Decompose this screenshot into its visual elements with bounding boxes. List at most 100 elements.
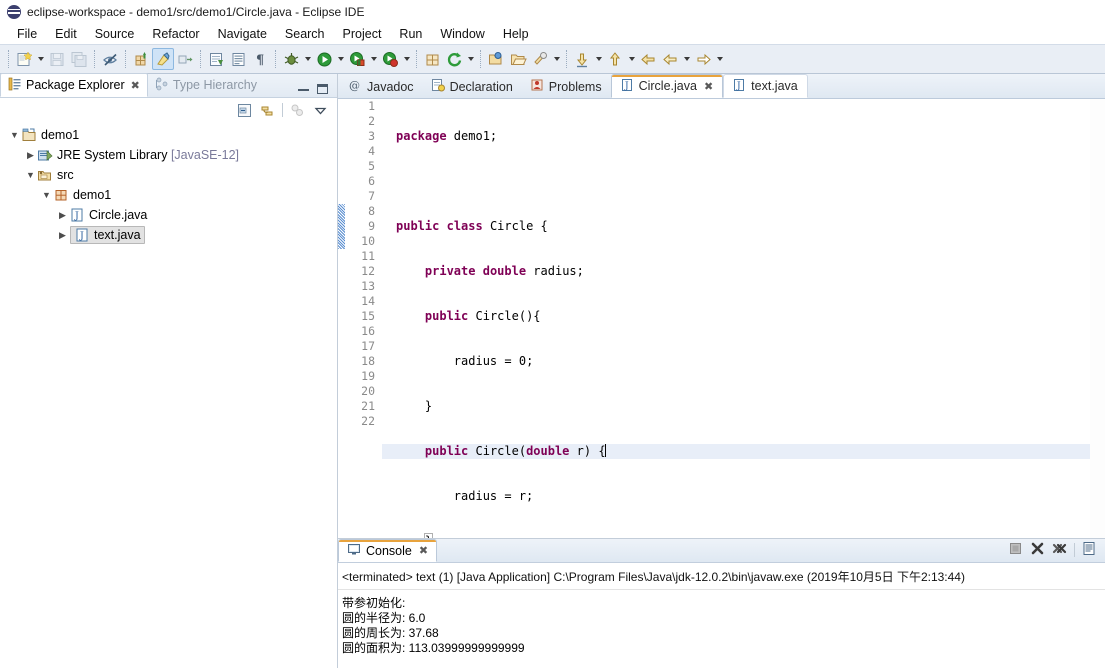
tab-type-hierarchy[interactable]: Type Hierarchy — [148, 73, 264, 97]
tree-item-src[interactable]: ▼ src — [0, 165, 338, 185]
next-annotation-icon[interactable] — [604, 48, 626, 70]
menu-window[interactable]: Window — [431, 25, 493, 43]
focus-on-active-task-icon[interactable] — [289, 102, 306, 119]
profile-dropdown-arrow[interactable] — [401, 48, 412, 70]
tab-text-java[interactable]: J text.java — [723, 74, 808, 98]
chevron-right-icon[interactable]: ▶ — [56, 225, 69, 245]
chevron-right-icon[interactable]: ▶ — [56, 205, 69, 225]
remove-all-terminated-icon[interactable] — [1052, 541, 1067, 559]
save-icon[interactable] — [46, 48, 68, 70]
coverage-icon[interactable] — [346, 48, 368, 70]
tab-javadoc[interactable]: @ Javadoc — [340, 75, 423, 98]
chevron-right-icon[interactable]: ▶ — [24, 145, 37, 165]
open-resource-icon[interactable] — [485, 48, 507, 70]
next-edit-dropdown-arrow[interactable] — [714, 48, 725, 70]
tree-item-package-demo1[interactable]: ▼ demo1 — [0, 185, 338, 205]
back-icon[interactable] — [637, 48, 659, 70]
forward-icon[interactable] — [659, 48, 681, 70]
menu-help[interactable]: Help — [494, 25, 538, 43]
menu-navigate[interactable]: Navigate — [209, 25, 276, 43]
svg-text:@: @ — [349, 79, 360, 92]
tree-label-circle-java: Circle.java — [89, 208, 148, 222]
code-line: public class Circle { — [396, 219, 548, 233]
menu-edit[interactable]: Edit — [46, 25, 86, 43]
tab-package-explorer-label: Package Explorer — [26, 78, 125, 92]
chevron-down-icon[interactable]: ▼ — [40, 185, 53, 205]
tree-item-jre-system-library[interactable]: ▶ JRE System Library [JavaSE-12] — [0, 145, 338, 165]
line-number: 7 — [368, 189, 375, 203]
next-edit-icon[interactable] — [692, 48, 714, 70]
new-package-wizard-icon[interactable] — [421, 48, 443, 70]
export-icon[interactable] — [174, 48, 196, 70]
tab-problems[interactable]: Problems — [522, 75, 611, 98]
editor-tab-bar: @ Javadoc Declaration Problems J Circle.… — [338, 74, 1105, 99]
pilcrow-icon[interactable]: ¶ — [249, 48, 271, 70]
menu-source[interactable]: Source — [86, 25, 144, 43]
run-icon[interactable] — [313, 48, 335, 70]
console-output[interactable]: 带参初始化: 圆的半径为: 6.0 圆的周长为: 37.68 圆的面积为: 11… — [338, 590, 1105, 656]
tab-package-explorer[interactable]: Package Explorer ✖ — [0, 73, 148, 97]
tree-item-demo1-project[interactable]: ▼ demo1 — [0, 125, 338, 145]
menu-refactor[interactable]: Refactor — [143, 25, 208, 43]
line-number: 1 — [368, 99, 375, 113]
profile-icon[interactable] — [379, 48, 401, 70]
link-with-editor-icon[interactable] — [259, 102, 276, 119]
menu-project[interactable]: Project — [334, 25, 391, 43]
menu-search[interactable]: Search — [276, 25, 334, 43]
menu-file[interactable]: File — [8, 25, 46, 43]
debug-dropdown-arrow[interactable] — [302, 48, 313, 70]
coverage-dropdown-arrow[interactable] — [368, 48, 379, 70]
line-number: 13 — [361, 279, 375, 293]
external-tools-icon[interactable] — [529, 48, 551, 70]
close-icon[interactable]: ✖ — [704, 80, 713, 93]
next-annotation-dropdown-arrow[interactable] — [626, 48, 637, 70]
open-task-icon[interactable] — [205, 48, 227, 70]
refresh-dropdown-arrow[interactable] — [465, 48, 476, 70]
chevron-down-icon[interactable]: ▼ — [24, 165, 37, 185]
tree-label-jre-version: [JavaSE-12] — [170, 148, 240, 162]
new-wizard-icon[interactable] — [13, 48, 35, 70]
previous-annotation-icon[interactable] — [571, 48, 593, 70]
view-menu-icon[interactable] — [312, 102, 329, 119]
remove-launch-icon[interactable] — [1030, 541, 1045, 559]
menu-run[interactable]: Run — [390, 25, 431, 43]
refresh-icon[interactable] — [443, 48, 465, 70]
open-type-icon[interactable] — [227, 48, 249, 70]
javadoc-icon: @ — [348, 78, 362, 95]
new-java-package-icon[interactable] — [130, 48, 152, 70]
save-all-icon[interactable] — [68, 48, 90, 70]
terminate-icon[interactable] — [1008, 541, 1023, 559]
toolbar-separator — [480, 50, 481, 68]
console-toolbar — [1008, 541, 1105, 562]
close-icon[interactable]: ✖ — [419, 544, 428, 557]
chevron-down-icon[interactable]: ▼ — [8, 125, 21, 145]
line-number: 12 — [361, 264, 375, 278]
maximize-view-button[interactable] — [317, 84, 328, 94]
open-folder-icon[interactable] — [507, 48, 529, 70]
tree-item-text-java[interactable]: ▶ J text.java — [0, 225, 338, 245]
tree-label-src: src — [57, 168, 74, 182]
minimize-view-button[interactable] — [298, 88, 309, 91]
collapse-all-icon[interactable] — [236, 102, 253, 119]
previous-annotation-dropdown-arrow[interactable] — [593, 48, 604, 70]
external-tools-dropdown-arrow[interactable] — [551, 48, 562, 70]
tab-circle-java[interactable]: J Circle.java ✖ — [610, 74, 724, 98]
toggle-mark-occurrences-icon[interactable] — [99, 48, 121, 70]
new-wizard-dropdown-arrow[interactable] — [35, 48, 46, 70]
tab-declaration[interactable]: Declaration — [423, 75, 522, 98]
debug-icon[interactable] — [280, 48, 302, 70]
close-icon[interactable]: ✖ — [131, 79, 140, 92]
tree-label-demo1-project: demo1 — [41, 128, 80, 142]
run-dropdown-arrow[interactable] — [335, 48, 346, 70]
java-file-icon: J — [732, 78, 746, 95]
console-view-menu-icon[interactable] — [1082, 541, 1097, 559]
line-number: 11 — [361, 249, 375, 263]
back-dropdown-arrow[interactable] — [681, 48, 692, 70]
eclipse-ide-window: eclipse-workspace - demo1/src/demo1/Circ… — [0, 0, 1105, 668]
new-java-class-icon[interactable] — [152, 48, 174, 70]
line-number: 8 — [368, 204, 375, 218]
tab-console[interactable]: Console ✖ — [338, 539, 438, 562]
line-number: 9 — [368, 219, 375, 233]
tree-item-text-java-selection[interactable]: J text.java — [70, 226, 145, 244]
tree-item-circle-java[interactable]: ▶ J Circle.java — [0, 205, 338, 225]
